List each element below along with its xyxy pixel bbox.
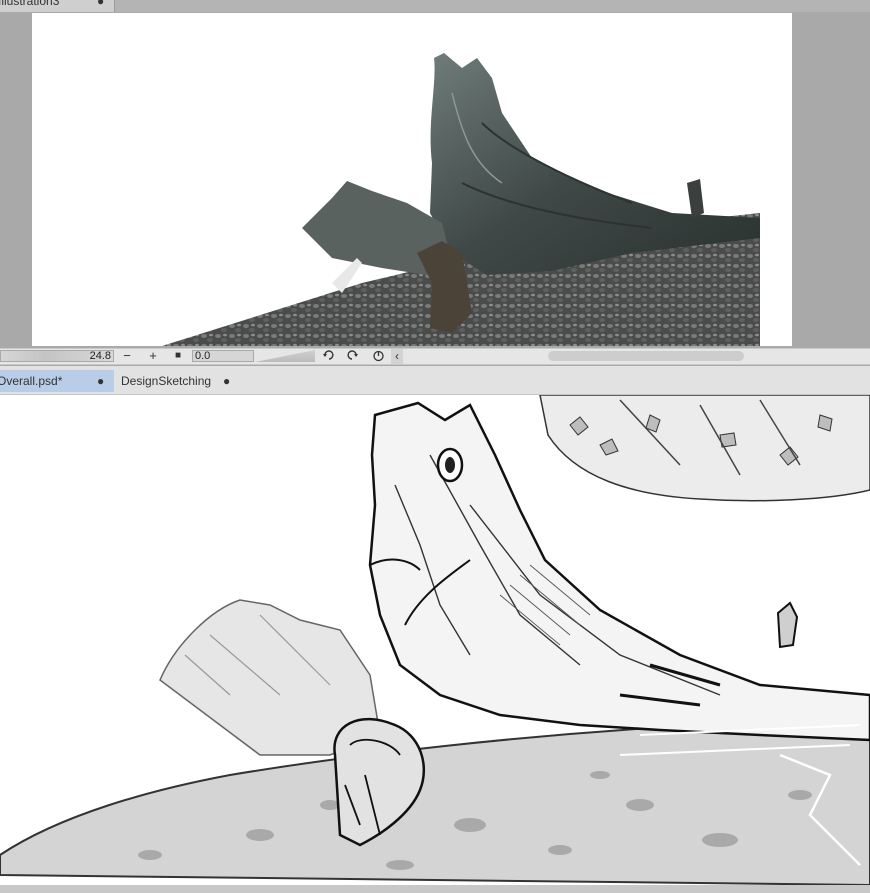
reference-canvas[interactable]	[32, 13, 792, 346]
document-tabbar: Overall.psd* ● DesignSketching ●	[0, 366, 870, 395]
modified-dot-icon[interactable]: ●	[223, 370, 230, 392]
tab-design-sketching[interactable]: DesignSketching ●	[115, 370, 238, 392]
driftwood-photo	[162, 53, 760, 346]
tab-illustration3[interactable]: Illustration3 ●	[0, 0, 115, 12]
scroll-left-button[interactable]: ‹	[391, 349, 403, 364]
main-canvas[interactable]	[0, 395, 870, 885]
rotation-slider[interactable]	[255, 350, 315, 362]
reset-rotation-button[interactable]	[370, 349, 386, 364]
tab-label: Illustration3	[0, 0, 60, 8]
tab-label: Overall.psd*	[0, 374, 63, 388]
zoom-slider-field[interactable]: 24.8	[0, 350, 114, 362]
scrollbar-thumb[interactable]	[548, 351, 744, 361]
tab-label: DesignSketching	[121, 374, 212, 388]
rotate-ccw-icon	[323, 350, 334, 360]
modified-dot-icon[interactable]: ●	[97, 370, 104, 392]
modified-dot-icon[interactable]: ●	[97, 0, 104, 8]
driftwood-sketch	[0, 395, 870, 885]
reference-canvas-area	[0, 12, 870, 348]
rotate-cw-icon	[347, 350, 358, 360]
fit-to-window-button[interactable]: ■	[170, 349, 186, 364]
rotate-right-button[interactable]	[345, 349, 361, 364]
tab-overall[interactable]: Overall.psd* ●	[0, 370, 114, 392]
reset-rotation-icon	[372, 350, 384, 362]
navigator-toolbar: 24.8 − + ■ 0.0 ‹	[0, 348, 870, 365]
top-document-tabbar: Illustration3 ●	[0, 0, 870, 12]
zoom-out-button[interactable]: −	[119, 349, 135, 364]
status-strip	[0, 885, 870, 893]
rotation-angle-field[interactable]: 0.0	[192, 350, 254, 362]
rotate-left-button[interactable]	[320, 349, 336, 364]
zoom-in-button[interactable]: +	[145, 349, 161, 364]
